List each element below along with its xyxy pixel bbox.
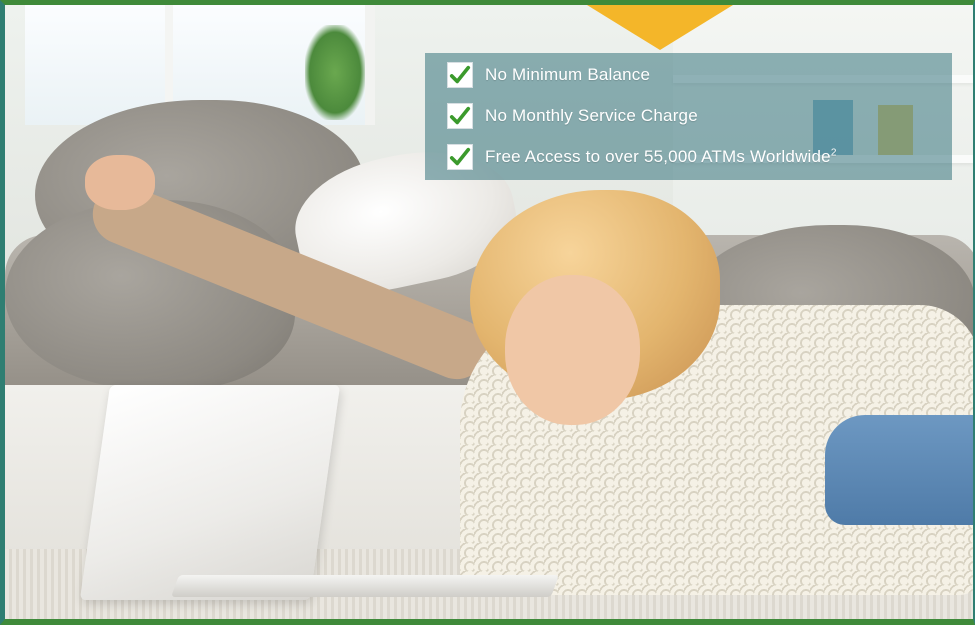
feature-label: Free Access to over 55,000 ATMs Worldwid… bbox=[485, 147, 837, 167]
footnote-marker: 2 bbox=[830, 147, 837, 159]
raised-fist bbox=[85, 155, 155, 210]
feature-item: Free Access to over 55,000 ATMs Worldwid… bbox=[447, 141, 837, 173]
face bbox=[505, 275, 640, 425]
feature-label-text: Free Access to over 55,000 ATMs Worldwid… bbox=[485, 147, 831, 166]
laptop-screen bbox=[79, 385, 341, 600]
banner-frame: No Minimum Balance No Monthly Service Ch… bbox=[0, 0, 975, 625]
laptop-base bbox=[170, 575, 560, 597]
jeans bbox=[825, 415, 973, 525]
feature-label: No Minimum Balance bbox=[485, 65, 651, 84]
feature-item: No Minimum Balance bbox=[447, 59, 650, 91]
yellow-chevron-tab bbox=[587, 5, 733, 50]
feature-label: No Monthly Service Charge bbox=[485, 106, 698, 125]
feature-item: No Monthly Service Charge bbox=[447, 100, 698, 132]
plant bbox=[305, 25, 365, 120]
checkmark-icon bbox=[447, 62, 473, 88]
checkmark-icon bbox=[447, 103, 473, 129]
features-panel: No Minimum Balance No Monthly Service Ch… bbox=[425, 53, 952, 180]
checkmark-icon bbox=[447, 144, 473, 170]
